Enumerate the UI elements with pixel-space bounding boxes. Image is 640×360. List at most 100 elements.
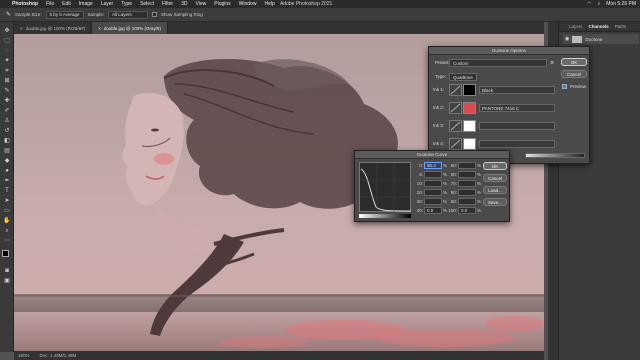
type-select[interactable]: Quadtone — [449, 73, 477, 81]
doc-size: Doc: 1.49M/1.48M — [39, 353, 77, 358]
menu-app[interactable]: Photoshop — [12, 1, 38, 7]
ink1-curve-button[interactable] — [449, 84, 462, 96]
tab-channels[interactable]: Channels — [589, 24, 609, 29]
panel-tabs: Layers Channels Paths — [559, 22, 640, 32]
close-icon[interactable]: × — [98, 26, 101, 31]
tab-rgb[interactable]: × double.jpg @ 100% (RGB/8#) — [14, 22, 93, 34]
channel-row[interactable]: ◉ Duotone — [563, 34, 639, 44]
menu-select[interactable]: Select — [140, 1, 154, 7]
tab-layers[interactable]: Layers — [569, 24, 583, 29]
crop-tool-icon[interactable]: ⌗ — [3, 68, 11, 75]
ink3-color-swatch[interactable] — [463, 120, 476, 132]
stamp-tool-icon[interactable]: ♙ — [3, 118, 11, 125]
ink4-name-field[interactable] — [479, 140, 555, 148]
screen-mode-icon[interactable]: ▣ — [3, 278, 11, 285]
hand-tool-icon[interactable]: ✋ — [3, 218, 11, 225]
tab-paths[interactable]: Paths — [615, 24, 627, 29]
eye-icon[interactable]: ◉ — [565, 36, 569, 42]
channel-thumbnail — [572, 35, 583, 43]
healing-tool-icon[interactable]: ✚ — [3, 98, 11, 105]
ink2-name-field[interactable]: PANTONE 7418 C — [479, 104, 555, 112]
foreground-color-swatch[interactable] — [2, 250, 9, 257]
close-icon[interactable]: × — [20, 26, 23, 31]
duotone-ok-button[interactable]: OK — [561, 58, 587, 66]
path-select-icon[interactable]: ➤ — [3, 198, 11, 205]
ink4-color-swatch[interactable] — [463, 138, 476, 150]
ink2-color-swatch[interactable] — [463, 102, 476, 114]
curve-input-5[interactable] — [424, 171, 442, 178]
curve-input-90[interactable] — [458, 198, 476, 205]
more-tools-icon[interactable]: ⋯ — [3, 238, 11, 245]
type-tool-icon[interactable]: T — [3, 188, 11, 195]
curve-input-10[interactable] — [424, 180, 442, 187]
menu-plugins[interactable]: Plugins — [214, 1, 230, 7]
menu-clock[interactable]: Mon 5:26 PM — [606, 1, 636, 7]
shape-tool-icon[interactable]: ▭ — [3, 208, 11, 215]
curve-input-30[interactable] — [424, 198, 442, 205]
eraser-tool-icon[interactable]: ◧ — [3, 138, 11, 145]
quick-select-icon[interactable]: ✦ — [3, 58, 11, 65]
duotone-cancel-button[interactable]: Cancel — [561, 70, 587, 78]
show-ring-checkbox[interactable] — [152, 12, 158, 17]
curve-ramp — [359, 214, 411, 218]
move-tool-icon[interactable]: ✥ — [3, 28, 11, 35]
menu-file[interactable]: File — [46, 1, 54, 7]
menu-filter[interactable]: Filter — [162, 1, 173, 7]
history-brush-icon[interactable]: ↺ — [3, 128, 11, 135]
zoom-tool-icon[interactable]: ⌕ — [3, 228, 11, 235]
menu-layer[interactable]: Layer — [101, 1, 114, 7]
dodge-tool-icon[interactable]: ● — [3, 168, 11, 175]
pen-tool-icon[interactable]: ✒ — [3, 178, 11, 185]
ink3-name-field[interactable] — [479, 122, 555, 130]
pct-60: % — [477, 172, 482, 177]
channel-name: Duotone — [585, 36, 603, 42]
quick-mask-icon[interactable]: ◙ — [3, 268, 11, 275]
curve-ok-button[interactable]: OK — [483, 162, 507, 170]
menu-edit[interactable]: Edit — [62, 1, 71, 7]
preset-select[interactable]: Custom — [449, 59, 547, 67]
curve-input-100[interactable]: 0.0 — [458, 207, 476, 214]
sample-select[interactable]: All Layers — [108, 10, 149, 19]
brush-tool-icon[interactable]: ✐ — [3, 108, 11, 115]
marquee-tool-icon[interactable]: ⬚ — [3, 38, 11, 45]
search-icon[interactable]: ⌕ — [597, 1, 600, 7]
ink1-name-field[interactable]: Black — [479, 86, 555, 94]
eyedropper-tool-icon[interactable]: ✎ — [3, 88, 11, 95]
tab-gray[interactable]: × double.jpg @ 100% (Gray/8) — [92, 22, 168, 34]
menu-view[interactable]: View — [196, 1, 207, 7]
menu-type[interactable]: Type — [121, 1, 132, 7]
menu-help[interactable]: Help — [264, 1, 274, 7]
sample-size-select[interactable]: 5 by 5 Average — [45, 10, 84, 19]
curve-label-20: 20: — [416, 190, 423, 195]
curve-input-80[interactable] — [458, 189, 476, 196]
wifi-icon[interactable]: ◠ — [587, 1, 591, 7]
curve-save-button[interactable]: Save... — [483, 198, 507, 206]
lasso-tool-icon[interactable]: ◌ — [3, 48, 11, 55]
curve-input-20[interactable] — [424, 189, 442, 196]
curve-input-50[interactable] — [458, 162, 476, 169]
gradient-tool-icon[interactable]: ▤ — [3, 148, 11, 155]
curve-input-40[interactable]: 0.0 — [424, 207, 442, 214]
ink3-curve-button[interactable] — [449, 120, 462, 132]
curve-label-90: 90: — [450, 199, 457, 204]
menu-image[interactable]: Image — [79, 1, 93, 7]
curve-input-60[interactable] — [458, 171, 476, 178]
blur-tool-icon[interactable]: ◆ — [3, 158, 11, 165]
ink1-color-swatch[interactable] — [463, 84, 476, 96]
preset-menu-icon[interactable]: ⚙ — [550, 60, 554, 66]
curve-graph[interactable] — [359, 162, 412, 213]
curve-label-40: 40: — [416, 208, 423, 213]
eyedropper-icon[interactable]: ✎ — [6, 11, 11, 18]
curve-label-60: 60: — [450, 172, 457, 177]
curve-input-0[interactable]: 86.3 — [424, 162, 442, 169]
zoom-level[interactable]: 100% — [18, 353, 30, 358]
curve-input-70[interactable] — [458, 180, 476, 187]
menu-window[interactable]: Window — [239, 1, 257, 7]
curve-load-button[interactable]: Load... — [483, 186, 507, 194]
ink2-curve-button[interactable] — [449, 102, 462, 114]
ink4-curve-button[interactable] — [449, 138, 462, 150]
preview-checkbox[interactable] — [562, 84, 567, 89]
curve-cancel-button[interactable]: Cancel — [483, 174, 507, 182]
frame-tool-icon[interactable]: ⊠ — [3, 78, 11, 85]
menu-3d[interactable]: 3D — [181, 1, 187, 7]
